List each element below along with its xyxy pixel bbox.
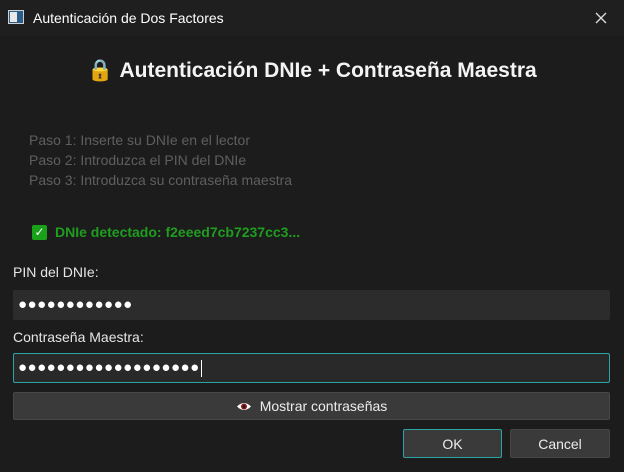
eye-icon: [236, 401, 252, 412]
step-3: Paso 3: Introduzca su contraseña maestra: [29, 172, 293, 188]
password-value: ●●●●●●●●●●●●●●●●●●●: [18, 359, 200, 376]
window-title: Autenticación de Dos Factores: [33, 10, 224, 26]
cancel-button[interactable]: Cancel: [510, 429, 610, 458]
title-bar: Autenticación de Dos Factores: [0, 0, 624, 36]
text-caret: [200, 359, 202, 377]
pin-value: ●●●●●●●●●●●●: [18, 296, 133, 313]
password-label: Contraseña Maestra:: [13, 329, 144, 345]
close-icon: [595, 12, 607, 24]
dialog-heading: 🔒 Autenticación DNIe + Contraseña Maestra: [0, 58, 624, 83]
instructions: Paso 1: Inserte su DNIe en el lector Pas…: [29, 130, 292, 190]
pin-field[interactable]: ●●●●●●●●●●●●: [13, 290, 610, 320]
ok-button[interactable]: OK: [403, 429, 502, 458]
step-1: Paso 1: Inserte su DNIe en el lector: [29, 132, 250, 148]
checkbox-checked-icon: ✓: [32, 224, 47, 240]
master-password-field[interactable]: ●●●●●●●●●●●●●●●●●●●: [13, 353, 610, 383]
pin-label: PIN del DNIe:: [13, 264, 99, 280]
heading-text: Autenticación DNIe + Contraseña Maestra: [119, 59, 537, 82]
window-app-icon: [8, 10, 24, 24]
show-passwords-button[interactable]: Mostrar contraseñas: [13, 392, 610, 420]
dnie-status: ✓ DNIe detectado: f2eeed7cb7237cc3...: [32, 224, 300, 240]
dnie-status-text: DNIe detectado: f2eeed7cb7237cc3...: [55, 224, 301, 240]
lock-icon: 🔒: [87, 58, 114, 82]
close-button[interactable]: [578, 0, 624, 36]
show-passwords-label: Mostrar contraseñas: [259, 398, 388, 414]
step-2: Paso 2: Introduzca el PIN del DNIe: [29, 152, 247, 168]
